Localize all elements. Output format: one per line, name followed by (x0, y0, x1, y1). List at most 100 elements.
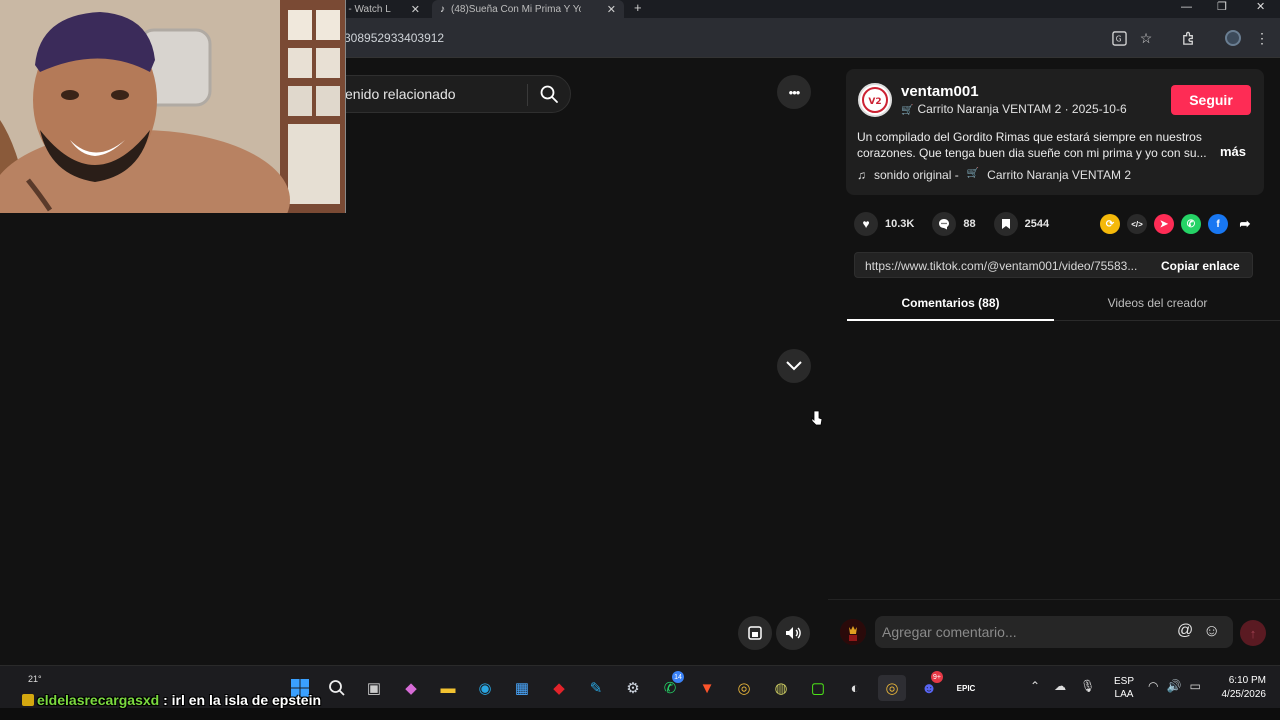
task-view-icon[interactable]: ▣ (360, 675, 388, 701)
epic-games-icon[interactable]: EPIC (952, 675, 980, 701)
extensions-icon[interactable] (1179, 29, 1197, 47)
video-link-box: https://www.tiktok.com/@ventam001/video/… (854, 252, 1253, 278)
repost-icon[interactable]: ⟳ (1100, 214, 1120, 234)
emoji-icon[interactable]: ☺ (1203, 621, 1220, 641)
restore-icon[interactable]: ❐ (1217, 0, 1227, 14)
svg-text:G: G (1115, 34, 1121, 43)
tab-tiktok[interactable]: ♪ (48)Sueña Con Mi Prima Y Yo Con ✕ (432, 0, 624, 18)
author-card: V2 ventam001 🛒 Carrito Naranja VENTAM 2 ·… (846, 69, 1264, 195)
lang-code: ESP (1114, 676, 1135, 687)
author-subtitle: 🛒 Carrito Naranja VENTAM 2 · 2025-10-6 (901, 102, 1127, 116)
url-field[interactable]: 308952933403912 (344, 31, 444, 45)
speaker-icon[interactable]: 🔊 (1166, 679, 1181, 693)
obs-icon[interactable]: ◐ (841, 675, 869, 701)
tab-close-icon[interactable]: ✕ (411, 3, 420, 16)
mouse-cursor-icon (811, 410, 823, 431)
profile-avatar-icon[interactable] (1225, 30, 1241, 46)
steam-icon[interactable]: ⚙ (619, 675, 647, 701)
author-avatar[interactable]: V2 (858, 83, 892, 117)
bookmark-star-icon[interactable]: ☆ (1137, 29, 1155, 47)
video-link[interactable]: https://www.tiktok.com/@ventam001/video/… (865, 259, 1147, 273)
panel-tabs: Comentarios (88) Videos del creador (847, 291, 1280, 321)
author-username[interactable]: ventam001 (901, 83, 979, 100)
chevron-down-icon (786, 361, 802, 371)
mini-player-button[interactable] (738, 616, 772, 650)
wifi-icon[interactable]: ◠ (1148, 679, 1158, 693)
chrome-icon[interactable]: ◎ (730, 675, 758, 701)
microphone-icon[interactable]: 🎙 (1080, 679, 1095, 693)
search-input[interactable]: enido relacionado (345, 86, 456, 102)
language-indicator[interactable]: ESP LAA (1114, 675, 1134, 701)
copilot-icon[interactable]: ◆ (397, 675, 425, 701)
app-blue-icon[interactable]: ✎ (582, 675, 610, 701)
save-button[interactable]: 2544 (993, 212, 1050, 236)
chrome-active-icon[interactable]: ◎ (878, 675, 906, 701)
follow-button[interactable]: Seguir (1171, 85, 1251, 115)
pip-icon (748, 626, 762, 640)
notification-badge: 9+ (931, 671, 943, 683)
tab-watch[interactable]: n - Watch L ✕ (340, 0, 428, 18)
search-taskbar-icon[interactable] (323, 675, 351, 701)
send-to-friends-icon[interactable]: ➤ (1154, 214, 1174, 234)
more-options-button[interactable]: ••• (777, 75, 811, 109)
like-count: 10.3K (885, 218, 915, 230)
user-avatar (840, 619, 866, 645)
comment-input[interactable]: Agregar comentario... @ ☺ (875, 616, 1233, 648)
close-window-icon[interactable]: ✕ (1256, 0, 1265, 14)
copy-link-button[interactable]: Copiar enlace (1161, 259, 1240, 273)
weather-temp[interactable]: 21° (28, 674, 42, 684)
music-note-icon: ♫ (857, 168, 866, 182)
chat-overlay-message: eldelasrecargasxd : irl en la isla de ep… (10, 692, 321, 708)
brave-icon[interactable]: ▼ (693, 675, 721, 701)
store-icon[interactable]: ▦ (508, 675, 536, 701)
volume-button[interactable] (776, 616, 810, 650)
like-button[interactable]: ♥ 10.3K (854, 212, 914, 236)
tab-close-icon[interactable]: ✕ (607, 3, 616, 16)
description-line: corazones. Que tenga buen dia sueñe con … (857, 146, 1207, 160)
post-comment-button[interactable]: ↑ (1240, 620, 1266, 646)
author-nickname-date: Carrito Naranja VENTAM 2 · 2025-10-6 (917, 102, 1127, 116)
onedrive-icon[interactable]: ☁ (1054, 679, 1066, 693)
comment-count: 88 (963, 218, 976, 230)
app-red-icon[interactable]: ◆ (545, 675, 573, 701)
translate-icon[interactable]: G (1110, 29, 1128, 47)
notification-badge: 14 (672, 671, 684, 683)
music-info[interactable]: ♫ sonido original - 🛒 Carrito Naranja VE… (857, 168, 1131, 182)
description-line: Un compilado del Gordito Rimas que estar… (857, 130, 1202, 144)
mention-icon[interactable]: @ (1177, 622, 1193, 640)
search-icon[interactable] (539, 84, 559, 109)
save-count: 2544 (1024, 218, 1050, 230)
file-explorer-icon[interactable]: ▬ (434, 675, 462, 701)
search-box[interactable]: enido relacionado (320, 75, 571, 113)
next-video-button[interactable] (777, 349, 811, 383)
tab-creator-videos[interactable]: Videos del creador (1054, 296, 1261, 310)
new-tab-button[interactable]: + (634, 0, 642, 16)
video-description: Un compilado del Gordito Rimas que estar… (857, 129, 1207, 161)
chat-badge-icon (22, 694, 34, 706)
bookmark-icon (993, 212, 1018, 236)
app-gray-icon[interactable]: ◍ (767, 675, 795, 701)
kick-icon[interactable]: ▢ (804, 675, 832, 701)
clock[interactable]: 6:10 PM 4/25/2026 (1214, 674, 1267, 702)
embed-code-icon[interactable]: </> (1127, 214, 1147, 234)
comment-button[interactable]: 88 (932, 212, 976, 236)
search-divider (527, 84, 528, 106)
chevron-up-icon[interactable]: ⌃ (1030, 679, 1040, 693)
bottom-strip (0, 708, 1280, 720)
whatsapp-icon[interactable]: ✆ (1181, 214, 1201, 234)
battery-icon[interactable]: ▭ (1189, 679, 1200, 693)
chat-text: : irl en la isla de epstein (163, 692, 322, 708)
whatsapp-taskbar-icon[interactable]: ✆ 14 (656, 671, 684, 701)
active-tab-indicator (847, 319, 1054, 321)
edge-icon[interactable]: ◉ (471, 675, 499, 701)
minimize-icon[interactable]: — (1181, 0, 1192, 14)
streamer-webcam-image (0, 0, 345, 213)
facebook-icon[interactable]: f (1208, 214, 1228, 234)
menu-kebab-icon[interactable]: ⋮ (1253, 29, 1271, 47)
video-info-panel: V2 ventam001 🛒 Carrito Naranja VENTAM 2 ·… (828, 59, 1280, 665)
share-arrow-icon[interactable]: ➦ (1235, 214, 1255, 234)
show-more-link[interactable]: más (1220, 144, 1246, 159)
discord-icon[interactable]: ☻ 9+ (915, 671, 943, 701)
cart-icon: 🛒 (901, 105, 914, 116)
tab-comments[interactable]: Comentarios (88) (847, 296, 1054, 310)
